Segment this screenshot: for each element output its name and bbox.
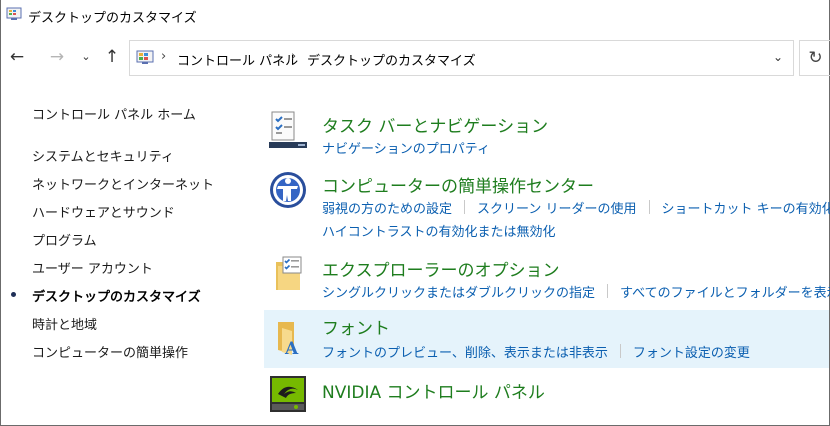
- screen-reader-link[interactable]: スクリーン リーダーの使用: [477, 198, 636, 217]
- shortcut-keys-link[interactable]: ショートカット キーの有効化: [662, 198, 830, 217]
- folder-options-icon[interactable]: [268, 254, 308, 294]
- low-vision-settings-link[interactable]: 弱視の方のための設定: [322, 198, 452, 217]
- up-button[interactable]: ↑: [102, 47, 122, 67]
- back-button[interactable]: ←: [7, 47, 27, 67]
- ease-of-access-center-title[interactable]: コンピューターの簡単操作センター: [322, 172, 594, 197]
- taskbar-icon[interactable]: [268, 110, 308, 150]
- category-taskbar-navigation: タスク バーとナビゲーション ナビゲーションのプロパティ: [264, 106, 829, 158]
- link-separator: [648, 200, 650, 214]
- refresh-button[interactable]: ↻: [799, 40, 830, 76]
- taskbar-navigation-title[interactable]: タスク バーとナビゲーション: [322, 112, 548, 137]
- ease-of-access-links: 弱視の方のための設定 スクリーン リーダーの使用 ショートカット キーの有効化: [322, 198, 830, 217]
- ease-of-access-links-row2: ハイコントラストの有効化または無効化: [322, 221, 555, 240]
- sidebar-item-network[interactable]: ネットワークとインターネット: [32, 174, 214, 193]
- link-separator: [464, 200, 466, 214]
- font-preview-link[interactable]: フォントのプレビュー、削除、表示または非表示: [322, 342, 608, 361]
- address-bar[interactable]: › コントロール パネル › デスクトップのカスタマイズ ⌄: [129, 40, 794, 76]
- recent-locations-chevron-icon[interactable]: ⌄: [79, 47, 93, 67]
- fonts-folder-icon: A: [278, 322, 299, 358]
- breadcrumb-current[interactable]: デスクトップのカスタマイズ: [307, 50, 476, 69]
- sidebar-control-panel-home[interactable]: コントロール パネル ホーム: [32, 104, 196, 123]
- sidebar-item-ease-of-access[interactable]: コンピューターの簡単操作: [32, 342, 188, 361]
- window-title: デスクトップのカスタマイズ: [28, 11, 197, 26]
- control-panel-window: デスクトップのカスタマイズ ← → ⌄ ↑ › コントロール パネル › デスク…: [0, 0, 830, 426]
- category-fonts[interactable]: A フォント フォントのプレビュー、削除、表示または非表示 フォント設定の変更: [264, 310, 829, 368]
- high-contrast-link[interactable]: ハイコントラストの有効化または無効化: [322, 221, 555, 240]
- nvidia-control-panel-title[interactable]: NVIDIA コントロール パネル: [322, 378, 545, 403]
- navigation-properties-link[interactable]: ナビゲーションのプロパティ: [322, 138, 490, 157]
- sidebar-item-clock-region[interactable]: 時計と地域: [32, 314, 97, 333]
- address-dropdown-icon[interactable]: ⌄: [773, 50, 783, 64]
- active-bullet-icon: [11, 292, 16, 297]
- sidebar-item-hardware-sound[interactable]: ハードウェアとサウンド: [32, 202, 175, 221]
- breadcrumb-separator-icon[interactable]: ›: [291, 49, 296, 64]
- link-separator: [619, 344, 621, 358]
- single-double-click-link[interactable]: シングルクリックまたはダブルクリックの指定: [322, 282, 595, 301]
- show-all-files-link[interactable]: すべてのファイルとフォルダーを表示: [620, 282, 830, 301]
- breadcrumb-separator-icon: ›: [161, 49, 167, 64]
- taskbar-links: ナビゲーションのプロパティ: [322, 138, 490, 157]
- title-bar: デスクトップのカスタマイズ: [1, 0, 829, 30]
- fonts-links: フォントのプレビュー、削除、表示または非表示 フォント設定の変更: [322, 342, 750, 361]
- category-explorer-options: エクスプローラーのオプション シングルクリックまたはダブルクリックの指定 すべて…: [264, 250, 830, 302]
- category-nvidia-control-panel: NVIDIA コントロール パネル: [264, 372, 829, 416]
- breadcrumb-control-panel[interactable]: コントロール パネル: [177, 50, 298, 69]
- explorer-options-title[interactable]: エクスプローラーのオプション: [322, 256, 560, 281]
- fonts-title[interactable]: フォント: [322, 314, 390, 339]
- category-ease-of-access-center: コンピューターの簡単操作センター 弱視の方のための設定 スクリーン リーダーの使…: [264, 166, 830, 242]
- sidebar-item-desktop-customization[interactable]: デスクトップのカスタマイズ: [32, 286, 201, 305]
- nvidia-icon[interactable]: [268, 374, 308, 414]
- ease-of-access-icon[interactable]: [268, 170, 308, 210]
- forward-button[interactable]: →: [47, 47, 67, 67]
- link-separator: [607, 284, 609, 298]
- sidebar-item-system-security[interactable]: システムとセキュリティ: [32, 146, 174, 165]
- control-panel-icon: [136, 50, 154, 64]
- svg-text:A: A: [284, 339, 299, 358]
- font-settings-link[interactable]: フォント設定の変更: [633, 342, 750, 361]
- control-panel-app-icon: [6, 7, 22, 20]
- sidebar-item-user-accounts[interactable]: ユーザー アカウント: [32, 258, 153, 277]
- explorer-options-links: シングルクリックまたはダブルクリックの指定 すべてのファイルとフォルダーを表示: [322, 282, 830, 301]
- sidebar-item-programs[interactable]: プログラム: [32, 230, 97, 249]
- navigation-bar: ← → ⌄ ↑ › コントロール パネル › デスクトップのカスタマイズ ⌄ ↻: [1, 38, 830, 78]
